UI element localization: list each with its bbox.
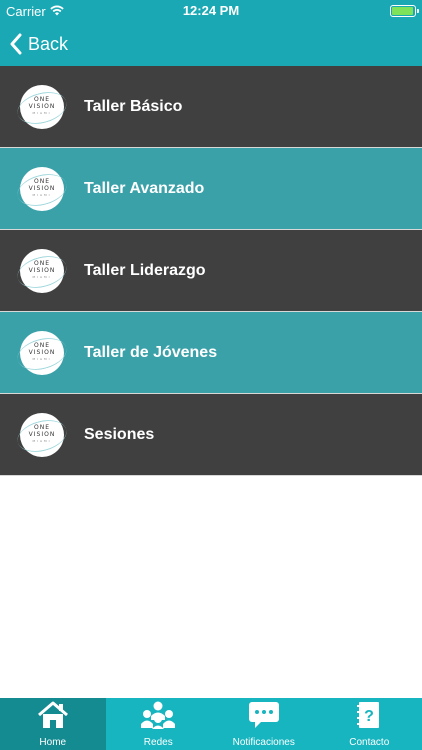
logo-line-miami: MIAMI (32, 193, 52, 197)
status-time: 12:24 PM (182, 3, 240, 18)
logo-line-miami: MIAMI (32, 439, 52, 443)
list-item-label: Sesiones (84, 425, 155, 443)
tab-contacto[interactable]: ? Contacto (317, 698, 422, 750)
list-item-label: Taller Básico (84, 97, 183, 115)
tab-notificaciones-label: Notificaciones (232, 737, 295, 748)
logo-line-miami: MIAMI (32, 111, 52, 115)
one-vision-logo: ONE VISION MIAMI (20, 166, 64, 211)
tab-notificaciones[interactable]: Notificaciones (211, 698, 317, 750)
list-item-label: Taller Avanzado (84, 179, 205, 197)
workshop-list: ONE VISION MIAMI Taller Básico ONE VISIO… (0, 66, 422, 476)
logo-line-one: ONE (33, 96, 50, 103)
list-item-3[interactable]: ONE VISION MIAMI Taller de Jóvenes (0, 312, 422, 394)
list-item-2[interactable]: ONE VISION MIAMI Taller Liderazgo (0, 230, 422, 312)
tab-redes[interactable]: Redes (106, 698, 212, 750)
tab-redes-label: Redes (143, 737, 173, 748)
back-button[interactable]: Back (10, 22, 68, 66)
list-item-0[interactable]: ONE VISION MIAMI Taller Básico (0, 66, 422, 148)
tab-home-label: Home (39, 737, 67, 748)
one-vision-logo: ONE VISION MIAMI (20, 84, 64, 129)
logo-line-one: ONE (33, 342, 50, 349)
logo-line-one: ONE (33, 178, 50, 185)
logo-line-one: ONE (33, 260, 50, 267)
status-right (390, 0, 419, 22)
list-item-label: Taller de Jóvenes (84, 343, 218, 361)
battery-icon (390, 5, 419, 17)
logo-line-vision: VISION (28, 185, 56, 192)
logo-line-vision: VISION (28, 267, 56, 274)
logo-line-miami: MIAMI (32, 275, 52, 279)
contact-book-icon: ? (354, 700, 384, 737)
chevron-left-icon (10, 33, 22, 55)
logo-line-one: ONE (33, 424, 50, 431)
one-vision-logo: ONE VISION MIAMI (20, 248, 64, 293)
tab-bar: Home Redes Notificaciones ? Contacto (0, 698, 422, 750)
one-vision-logo: ONE VISION MIAMI (20, 412, 64, 457)
logo-line-miami: MIAMI (32, 357, 52, 361)
svg-text:?: ? (364, 708, 374, 725)
list-item-1[interactable]: ONE VISION MIAMI Taller Avanzado (0, 148, 422, 230)
tab-contacto-label: Contacto (349, 737, 390, 748)
back-label: Back (28, 33, 69, 54)
list-item-4[interactable]: ONE VISION MIAMI Sesiones (0, 394, 422, 476)
logo-line-vision: VISION (28, 349, 56, 356)
tab-home[interactable]: Home (0, 698, 106, 750)
one-vision-logo: ONE VISION MIAMI (20, 330, 64, 375)
battery-level-fill (392, 7, 413, 15)
home-icon (36, 700, 70, 737)
app-screen: Carrier 12:24 PM Back ONE VISION MIAMI T… (0, 0, 422, 750)
status-bar: Carrier 12:24 PM (0, 0, 422, 22)
chat-bubble-icon (247, 700, 281, 737)
logo-line-vision: VISION (28, 431, 56, 438)
people-icon (140, 700, 176, 737)
navigation-bar: Back (0, 22, 422, 66)
list-item-label: Taller Liderazgo (84, 261, 206, 279)
logo-line-vision: VISION (28, 103, 56, 110)
